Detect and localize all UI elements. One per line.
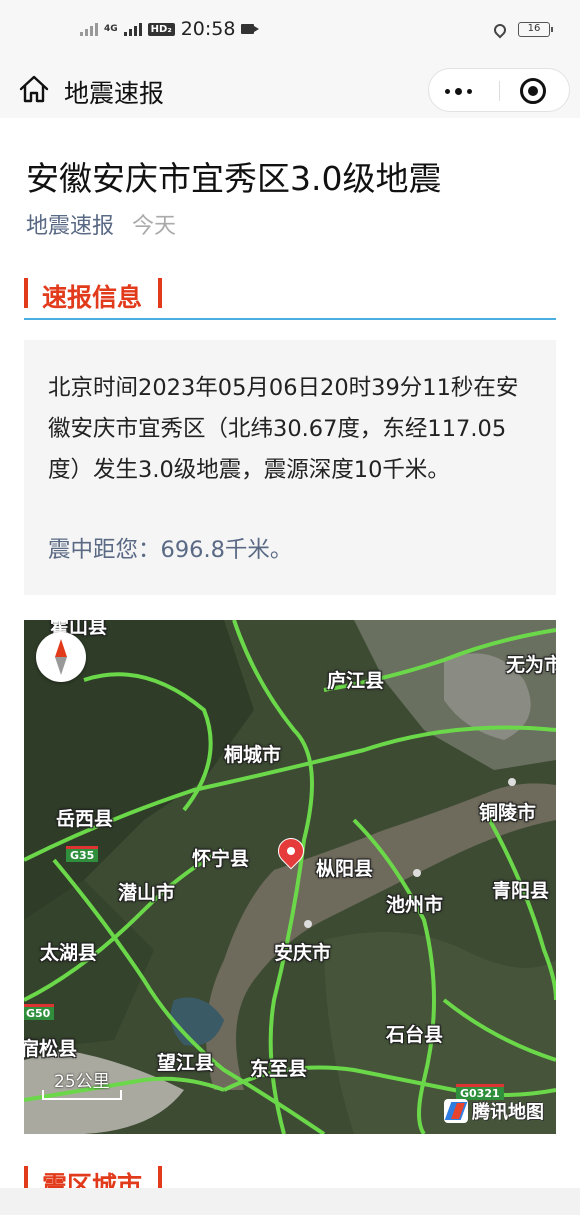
signal-bars-icon xyxy=(80,22,98,36)
map-label: 怀宁县 xyxy=(192,848,250,870)
system-nav-bar xyxy=(0,1188,580,1215)
map-label: 石台县 xyxy=(386,1024,444,1046)
map-scale-bar xyxy=(42,1090,122,1100)
report-text: 北京时间2023年05月06日20时39分11秒在安徽安庆市宜秀区（北纬30.6… xyxy=(48,375,519,483)
section-bar-left xyxy=(24,278,28,308)
close-miniprogram-icon[interactable] xyxy=(520,78,546,104)
map-label: 庐江县 xyxy=(327,670,385,692)
hd-badge: HD₂ xyxy=(147,22,175,36)
road-shield: G35 xyxy=(66,846,99,862)
map-label: 无为市 xyxy=(506,654,556,676)
map-logo: 腾讯地图 xyxy=(444,1098,544,1124)
article-date: 今天 xyxy=(132,214,177,239)
more-icon[interactable] xyxy=(445,88,472,95)
article-source[interactable]: 地震速报 xyxy=(26,208,114,240)
miniprogram-capsule xyxy=(428,68,570,112)
map-label: 太湖县 xyxy=(40,942,98,964)
map-label: 池州市 xyxy=(386,894,444,916)
road-shield: G50 xyxy=(24,1004,55,1020)
tencent-map-logo-icon xyxy=(444,1099,468,1123)
map-logo-text: 腾讯地图 xyxy=(472,1102,544,1123)
map-label: 桐城市 xyxy=(224,744,282,766)
nav-bar: 地震速报 xyxy=(0,62,580,118)
city-marker xyxy=(508,778,516,786)
section-bar-right xyxy=(158,278,162,308)
map-label: 枞阳县 xyxy=(316,858,374,880)
map-scale-label: 25公里 xyxy=(54,1072,110,1092)
map-label: 岳西县 xyxy=(56,808,114,830)
section-report-header: 速报信息 xyxy=(24,276,556,320)
map-label: 安庆市 xyxy=(274,942,332,964)
map-label: 铜陵市 xyxy=(479,802,537,824)
status-left: 4G HD₂ 20:58 xyxy=(80,18,260,40)
section-underline xyxy=(24,318,556,320)
compass-icon[interactable] xyxy=(36,632,86,682)
battery-icon: 16 xyxy=(518,22,553,37)
map-label: 宿松县 xyxy=(24,1038,78,1060)
map-label: 青阳县 xyxy=(492,880,550,902)
article-meta: 地震速报 今天 xyxy=(26,208,176,240)
location-icon xyxy=(491,21,509,38)
map-label: 望江县 xyxy=(157,1052,215,1074)
video-icon xyxy=(241,24,260,34)
page-title: 安徽安庆市宜秀区3.0级地震 xyxy=(26,159,442,198)
map-label: 潜山市 xyxy=(118,882,176,904)
section-label: 速报信息 xyxy=(42,283,143,312)
epicenter-distance: 震中距您：696.8千米。 xyxy=(48,537,293,563)
home-icon[interactable] xyxy=(18,74,50,104)
capsule-divider xyxy=(499,81,500,101)
network-type: 4G xyxy=(104,23,118,34)
earthquake-map[interactable]: 霍山县 庐江县 无为市 桐城市 岳西县 铜陵市 怀宁县 枞阳县 潜山市 池州市 … xyxy=(24,620,556,1134)
status-right: 16 xyxy=(491,21,553,38)
signal-bars-icon xyxy=(123,22,142,36)
status-bar: 4G HD₂ 20:58 16 xyxy=(0,0,580,62)
report-box: 北京时间2023年05月06日20时39分11秒在安徽安庆市宜秀区（北纬30.6… xyxy=(24,340,556,595)
city-marker xyxy=(304,920,312,928)
map-label: 东至县 xyxy=(250,1058,308,1080)
clock: 20:58 xyxy=(180,18,236,40)
nav-title: 地震速报 xyxy=(64,79,165,108)
city-marker xyxy=(413,869,421,877)
